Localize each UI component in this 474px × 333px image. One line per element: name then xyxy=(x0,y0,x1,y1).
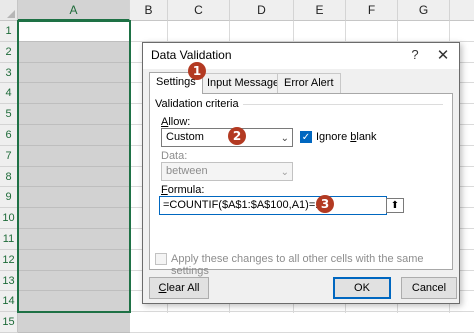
ignore-blank-label-pre: Ignore xyxy=(316,131,351,143)
row-header[interactable]: 5 xyxy=(0,104,18,125)
column-header-e[interactable]: E xyxy=(294,0,346,21)
ok-label: OK xyxy=(354,282,370,294)
cell[interactable] xyxy=(18,229,130,250)
validation-criteria-heading: Validation criteria xyxy=(155,98,239,110)
chevron-down-icon: ⌄ xyxy=(280,167,289,178)
formula-label: Formula: xyxy=(161,184,204,196)
data-dropdown: between ⌄ xyxy=(161,162,293,181)
row-header[interactable]: 14 xyxy=(0,291,18,313)
row-header[interactable]: 10 xyxy=(0,208,18,229)
help-icon[interactable]: ? xyxy=(407,47,423,63)
collapse-arrow-icon: ⬆ xyxy=(390,200,400,211)
annotation-badge-1: 1 xyxy=(188,62,206,80)
cell[interactable] xyxy=(18,125,130,146)
allow-value: Custom xyxy=(166,131,204,143)
ignore-blank-checkbox[interactable]: ✓ xyxy=(300,131,312,143)
row-header[interactable]: 12 xyxy=(0,249,18,271)
formula-label-rest: ormula: xyxy=(167,184,205,196)
close-icon[interactable]: ✕ xyxy=(435,46,451,64)
tab-error-alert[interactable]: Error Alert xyxy=(277,73,341,93)
cell[interactable] xyxy=(18,249,130,271)
allow-dropdown[interactable]: Custom ⌄ xyxy=(161,128,293,147)
cancel-button[interactable]: Cancel xyxy=(401,277,457,299)
column-header-f[interactable]: F xyxy=(346,0,398,21)
cell[interactable] xyxy=(18,41,130,63)
cell[interactable] xyxy=(18,166,130,188)
column-header-overflow xyxy=(450,0,474,21)
apply-all-label: Apply these changes to all other cells w… xyxy=(171,253,424,277)
tab-input-message[interactable]: Input Message xyxy=(200,73,287,93)
cell[interactable] xyxy=(18,208,130,229)
cell[interactable] xyxy=(18,312,130,333)
settings-panel xyxy=(149,93,453,270)
column-header-c[interactable]: C xyxy=(168,0,230,21)
row-header[interactable]: 15 xyxy=(0,312,18,333)
allow-label: Allow: xyxy=(161,116,190,128)
row-header[interactable]: 6 xyxy=(0,125,18,146)
chevron-down-icon: ⌄ xyxy=(280,133,289,144)
column-header-b[interactable]: B xyxy=(130,0,168,21)
formula-input[interactable]: =COUNTIF($A$1:$A$100,A1)=1 ⬆ xyxy=(159,196,404,215)
column-header-g[interactable]: G xyxy=(398,0,450,21)
clear-all-button[interactable]: Clear All xyxy=(149,277,209,299)
row-header[interactable]: 4 xyxy=(0,83,18,105)
group-divider xyxy=(243,104,443,105)
data-label: Data: xyxy=(161,150,188,162)
data-value: between xyxy=(166,165,208,177)
cell[interactable] xyxy=(18,62,130,84)
tab-input-message-label: Input Message xyxy=(207,77,280,89)
tab-error-alert-label: Error Alert xyxy=(284,77,334,89)
apply-all-checkbox xyxy=(155,253,167,265)
cell[interactable] xyxy=(18,187,130,209)
cell[interactable] xyxy=(18,145,130,167)
formula-value: =COUNTIF($A$1:$A$100,A1)=1 xyxy=(163,199,322,211)
clear-all-label: lear All xyxy=(166,282,200,294)
active-cell[interactable] xyxy=(18,21,130,42)
column-header-a[interactable]: A xyxy=(18,0,130,21)
cell[interactable] xyxy=(18,291,130,313)
cell[interactable] xyxy=(18,104,130,125)
tab-settings-label: Settings xyxy=(156,76,196,88)
select-all-corner[interactable] xyxy=(0,0,18,21)
ok-button[interactable]: OK xyxy=(333,277,391,299)
data-validation-dialog: Data Validation ? ✕ Settings Input Messa… xyxy=(142,42,460,304)
row-header[interactable]: 8 xyxy=(0,166,18,188)
formula-label-mnemonic: F xyxy=(161,184,168,196)
row-header[interactable]: 1 xyxy=(0,21,18,42)
column-header-d[interactable]: D xyxy=(230,0,294,21)
annotation-badge-3: 3 xyxy=(316,195,334,213)
row-header[interactable]: 7 xyxy=(0,145,18,167)
checkmark-icon: ✓ xyxy=(301,132,311,143)
cancel-label: Cancel xyxy=(411,282,447,294)
allow-label-rest: llow: xyxy=(168,116,191,128)
ignore-blank-label: Ignore blank xyxy=(316,131,377,143)
row-header[interactable]: 13 xyxy=(0,270,18,292)
annotation-badge-2: 2 xyxy=(228,127,246,145)
ignore-blank-label-rest: lank xyxy=(356,131,377,143)
collapse-dialog-button[interactable]: ⬆ xyxy=(386,198,404,213)
cell[interactable] xyxy=(18,270,130,292)
row-header[interactable]: 11 xyxy=(0,229,18,250)
gridline xyxy=(130,311,474,313)
row-header[interactable]: 9 xyxy=(0,187,18,209)
row-header[interactable]: 2 xyxy=(0,41,18,63)
row-header[interactable]: 3 xyxy=(0,62,18,84)
dialog-title: Data Validation xyxy=(151,48,232,62)
cell[interactable] xyxy=(18,83,130,105)
